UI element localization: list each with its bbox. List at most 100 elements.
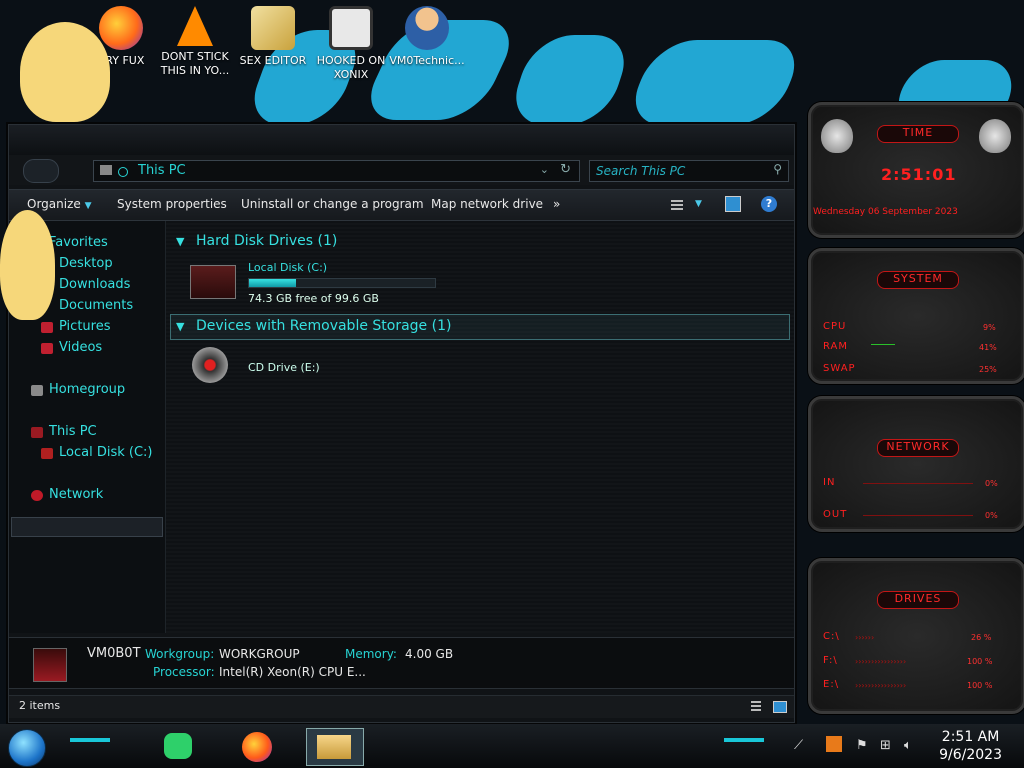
homegroup-icon: [31, 385, 43, 396]
network-icon: [31, 490, 43, 501]
nav-downloads[interactable]: Downloads: [59, 277, 130, 292]
start-button[interactable]: [8, 729, 46, 767]
view-options-icon[interactable]: [671, 198, 683, 210]
swap-label: SWAP: [823, 363, 856, 374]
swap-value: 25%: [979, 365, 997, 374]
network-in-value: 0%: [985, 479, 998, 488]
status-bar: 2 items: [9, 695, 794, 718]
nav-desktop[interactable]: Desktop: [59, 256, 113, 271]
hex-editor-icon: [251, 6, 295, 50]
organize-button[interactable]: Organize ▼: [27, 197, 92, 211]
drive-c-value: 26 %: [971, 633, 992, 642]
group-title: Devices with Removable Storage (1): [196, 318, 452, 334]
taskbar-accent: [70, 738, 110, 742]
workgroup-label: Workgroup:: [145, 647, 215, 661]
details-pane: VM0B0T Workgroup: WORKGROUP Memory: 4.00…: [9, 637, 794, 689]
gadget-title: NETWORK: [877, 439, 959, 457]
drive-f-value: 100 %: [967, 657, 993, 666]
tray-app-icon[interactable]: [826, 736, 842, 752]
show-hidden-icons-icon[interactable]: ⟋: [794, 738, 803, 753]
search-input[interactable]: [594, 162, 768, 180]
network-in-graph: [863, 483, 973, 484]
notes-app-icon: [164, 733, 192, 759]
group-title: Hard Disk Drives (1): [196, 233, 338, 249]
network-gadget[interactable]: NETWORK IN 0% OUT 0%: [808, 396, 1024, 532]
nav-favorites[interactable]: Favorites: [49, 235, 108, 250]
help-icon[interactable]: ?: [761, 196, 777, 212]
network-out-value: 0%: [985, 511, 998, 520]
view-dropdown-icon[interactable]: ▼: [695, 199, 702, 209]
network-status-icon[interactable]: ⊞: [880, 738, 891, 753]
nav-this-pc[interactable]: This PC: [49, 424, 97, 439]
more-commands-button[interactable]: »: [553, 197, 560, 211]
refresh-icon[interactable]: ↻: [560, 162, 571, 177]
taskbar-accent: [724, 738, 764, 742]
drive-free-space: 74.3 GB free of 99.6 GB: [248, 292, 379, 305]
workgroup-value: WORKGROUP: [219, 647, 300, 661]
hard-drive-icon: [190, 265, 236, 299]
alien-head-icon: [979, 119, 1011, 153]
group-header-hard-disk[interactable]: ▼ Hard Disk Drives (1): [176, 233, 337, 249]
drive-item-c[interactable]: Local Disk (C:) 74.3 GB free of 99.6 GB: [190, 261, 436, 311]
window-titlebar[interactable]: [9, 125, 794, 155]
back-forward-button[interactable]: [23, 159, 59, 183]
system-properties-button[interactable]: System properties: [117, 197, 227, 211]
nav-videos[interactable]: Videos: [59, 340, 102, 355]
time-gadget[interactable]: TIME 2:51:01 Wednesday 06 September 2023: [808, 102, 1024, 238]
ram-label: RAM: [823, 341, 849, 352]
desktop-icon-hex-editor[interactable]: SEX EDITOR: [234, 6, 312, 68]
nav-documents[interactable]: Documents: [59, 298, 133, 313]
search-box[interactable]: ⚲: [589, 160, 789, 182]
network-out-label: OUT: [823, 509, 848, 520]
clock-time: 2:51 AM: [941, 729, 1000, 745]
cartoon-character-image: [20, 22, 110, 122]
network-in-label: IN: [823, 477, 836, 488]
preview-pane-icon[interactable]: [725, 196, 741, 212]
system-gadget[interactable]: SYSTEM CPU 9% RAM 41% SWAP 25%: [808, 248, 1024, 384]
firefox-icon: [242, 732, 272, 762]
taskbar: ⟋ ⚑ ⊞ 🔈︎ 2:51 AM 9/6/2023: [0, 724, 1024, 768]
details-view-icon[interactable]: [751, 701, 761, 711]
nav-network[interactable]: Network: [49, 487, 103, 502]
desktop-icon-label: SEX EDITOR: [239, 54, 307, 67]
computer-name: VM0B0T: [87, 646, 141, 661]
folder-icon: [317, 735, 351, 759]
desktop-icon-vlc[interactable]: DONT STICK THIS IN YO...: [156, 6, 234, 78]
drive-e-value: 100 %: [967, 681, 993, 690]
content-pane: ▼ Hard Disk Drives (1) Local Disk (C:) 74…: [166, 221, 794, 633]
uninstall-program-button[interactable]: Uninstall or change a program: [241, 197, 424, 211]
search-icon[interactable]: ⚲: [773, 162, 782, 176]
gadget-sidebar: TIME 2:51:01 Wednesday 06 September 2023…: [800, 88, 1024, 724]
map-network-drive-button[interactable]: Map network drive: [431, 197, 543, 211]
drive-item-e[interactable]: CD Drive (E:): [192, 347, 392, 387]
desktop-icon-user[interactable]: VM0Technic...: [388, 6, 466, 68]
group-header-removable[interactable]: ▼ Devices with Removable Storage (1): [176, 318, 451, 334]
desktop-icon-label: HOOKED ON XONIX: [316, 54, 386, 81]
clock-date: 9/6/2023: [939, 747, 1002, 763]
chevron-down-icon[interactable]: ⌄: [540, 163, 549, 176]
address-text: This PC: [138, 163, 186, 178]
large-icons-view-icon[interactable]: [773, 701, 787, 713]
drive-usage-bar: [248, 278, 436, 288]
breadcrumb-separator-icon: [118, 167, 128, 177]
volume-icon[interactable]: 🔈︎: [904, 738, 912, 753]
computer-icon: [33, 648, 67, 682]
address-bar[interactable]: This PC ⌄ ↻: [93, 160, 580, 182]
system-clock[interactable]: 2:51 AM 9/6/2023: [939, 728, 1002, 764]
drive-usage-fill: [249, 279, 297, 287]
taskbar-app-notes[interactable]: [150, 728, 206, 764]
cpu-value: 9%: [983, 323, 996, 332]
taskbar-app-firefox[interactable]: [230, 728, 286, 764]
nav-pictures[interactable]: Pictures: [59, 319, 110, 334]
memory-label: Memory:: [345, 647, 397, 661]
chevron-down-icon: ▼: [176, 320, 185, 333]
taskbar-app-explorer[interactable]: [306, 728, 364, 766]
nav-homegroup[interactable]: Homegroup: [49, 382, 125, 397]
nav-local-disk[interactable]: Local Disk (C:): [59, 445, 152, 460]
drives-gadget[interactable]: DRIVES C:\ ›››››› 26 % F:\ ›››››››››››››…: [808, 558, 1024, 714]
address-row: This PC ⌄ ↻ ⚲: [9, 155, 794, 185]
cartoon-character-image: [0, 210, 55, 320]
gadget-title: DRIVES: [877, 591, 959, 609]
action-center-flag-icon[interactable]: ⚑: [856, 738, 868, 753]
desktop-icon-xonix[interactable]: HOOKED ON XONIX: [312, 6, 390, 82]
